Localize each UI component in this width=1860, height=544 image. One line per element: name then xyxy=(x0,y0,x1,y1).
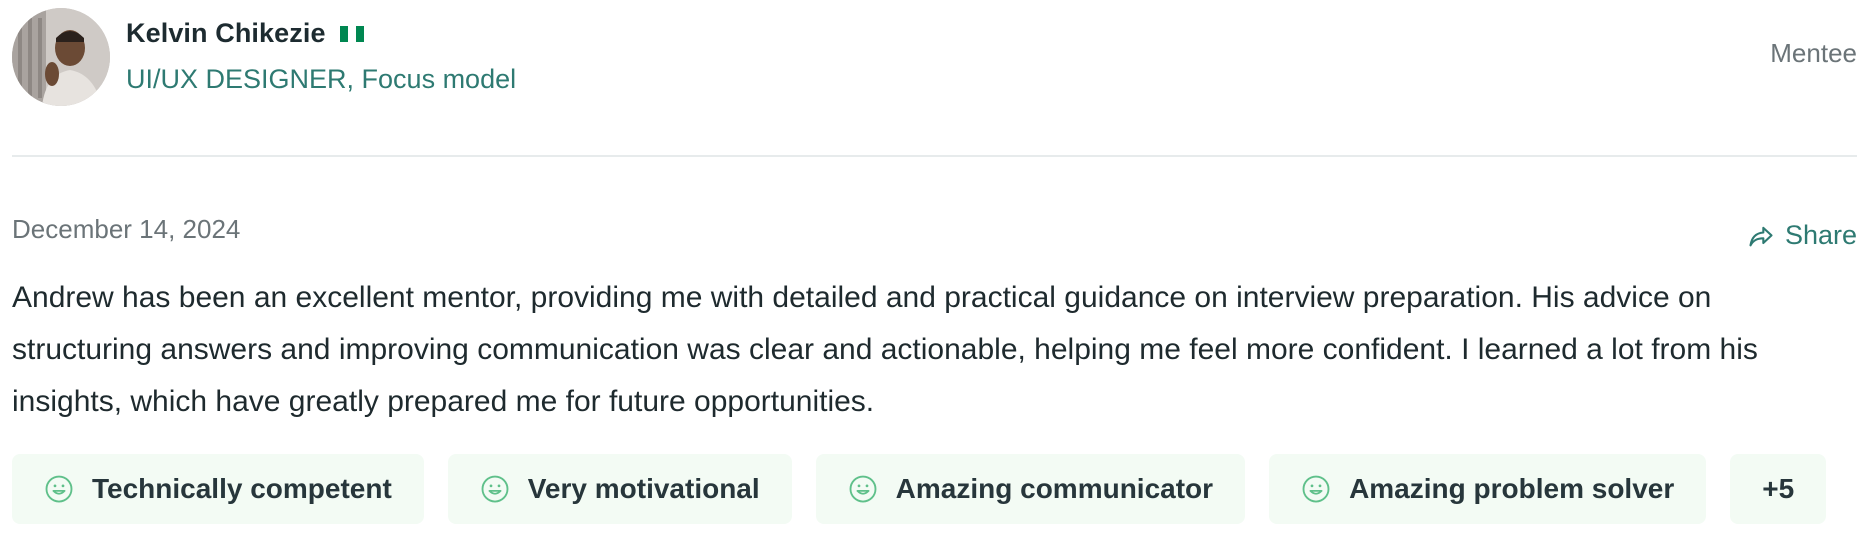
mentee-title: UI/UX DESIGNER, Focus model xyxy=(126,64,517,94)
nigeria-flag-icon xyxy=(339,25,364,42)
smile-icon xyxy=(45,475,73,503)
tag-label: Very motivational xyxy=(527,473,760,504)
smile-icon xyxy=(481,475,509,503)
mentee-name[interactable]: Kelvin Chikezie xyxy=(126,18,326,49)
name-row: Kelvin Chikezie xyxy=(126,18,364,49)
avatar[interactable] xyxy=(12,8,110,106)
tag-chip[interactable]: Amazing problem solver xyxy=(1269,454,1707,524)
more-tags-button[interactable]: +5 xyxy=(1730,454,1827,524)
tag-chip[interactable]: Amazing communicator xyxy=(815,454,1246,524)
review-date: December 14, 2024 xyxy=(12,214,241,244)
share-label: Share xyxy=(1784,220,1857,250)
tag-chip[interactable]: Technically competent xyxy=(12,454,424,524)
avatar-photo xyxy=(12,8,110,106)
tag-label: Amazing problem solver xyxy=(1349,473,1675,504)
review-text: Andrew has been an excellent mentor, pro… xyxy=(12,281,1758,418)
smile-icon xyxy=(849,475,877,503)
tag-label: Technically competent xyxy=(92,473,392,504)
share-arrow-icon xyxy=(1749,226,1773,246)
review-card: Kelvin Chikezie UI/UX DESIGNER, Focus mo… xyxy=(0,0,1860,544)
share-button[interactable]: Share xyxy=(1747,220,1857,251)
tag-label: Amazing communicator xyxy=(895,473,1214,504)
more-tags-label: +5 xyxy=(1762,473,1795,504)
review-tags: Technically competent Very motivational … xyxy=(12,454,1827,524)
tag-chip[interactable]: Very motivational xyxy=(447,454,792,524)
smile-icon xyxy=(1302,475,1330,503)
divider xyxy=(12,155,1857,157)
role-badge: Mentee xyxy=(1770,38,1857,68)
